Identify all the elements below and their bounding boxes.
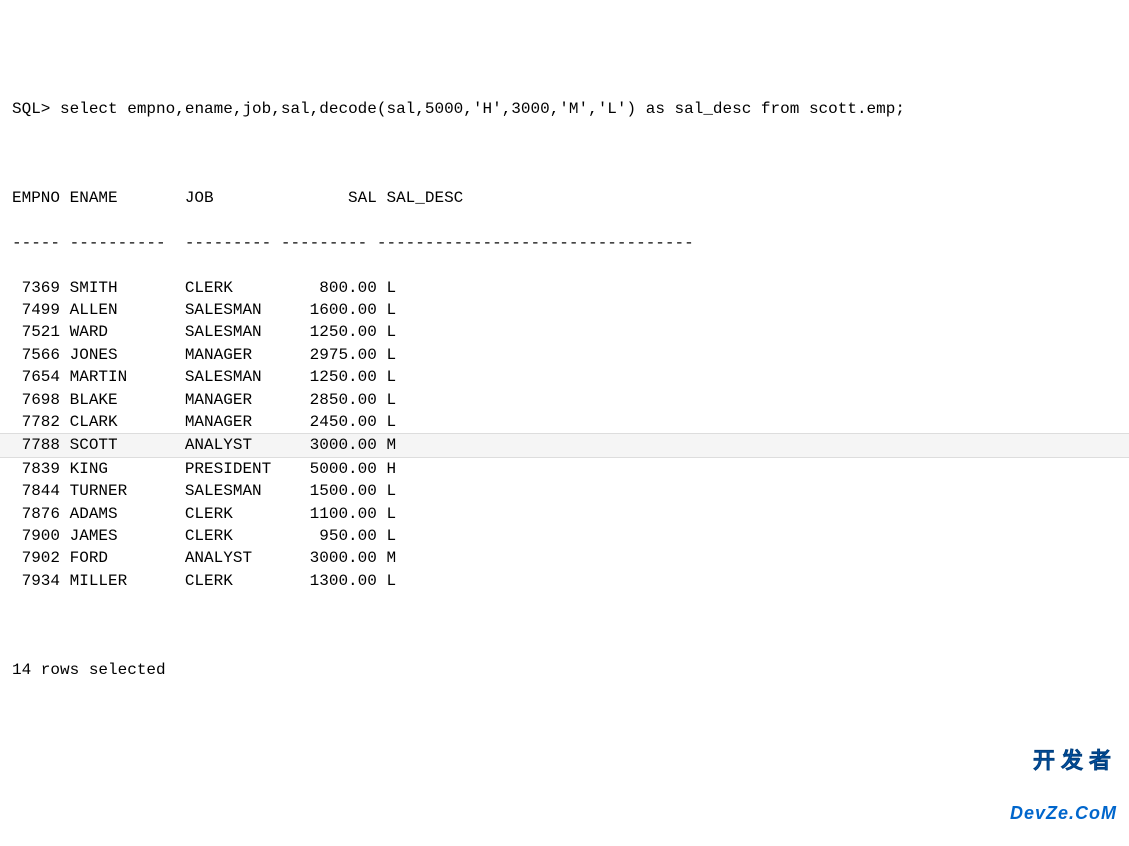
table-row: 7844 TURNER SALESMAN 1500.00 L — [12, 480, 1117, 502]
table-row: 7369 SMITH CLERK 800.00 L — [12, 277, 1117, 299]
column-headers: EMPNO ENAME JOB SAL SAL_DESC — [12, 187, 1117, 209]
rows-selected-footer: 14 rows selected — [12, 659, 1117, 681]
watermark-domain: DevZe.CoM — [1010, 804, 1117, 822]
table-row: 7566 JONES MANAGER 2975.00 L — [12, 344, 1117, 366]
table-row: 7654 MARTIN SALESMAN 1250.00 L — [12, 366, 1117, 388]
sql-prompt: SQL> — [12, 100, 60, 118]
sql-query: select empno,ename,job,sal,decode(sal,50… — [60, 100, 905, 118]
table-row: 7876 ADAMS CLERK 1100.00 L — [12, 503, 1117, 525]
table-row: 7499 ALLEN SALESMAN 1600.00 L — [12, 299, 1117, 321]
watermark-hanzi: 开发者 — [1010, 750, 1117, 772]
table-row: 7902 FORD ANALYST 3000.00 M — [12, 547, 1117, 569]
table-row: 7698 BLAKE MANAGER 2850.00 L — [12, 389, 1117, 411]
divider-line: ----- ---------- --------- --------- ---… — [12, 232, 1117, 254]
blank-line — [12, 142, 1117, 164]
table-row: 7521 WARD SALESMAN 1250.00 L — [12, 321, 1117, 343]
table-row: 7839 KING PRESIDENT 5000.00 H — [12, 458, 1117, 480]
blank-line — [12, 615, 1117, 637]
table-row: 7900 JAMES CLERK 950.00 L — [12, 525, 1117, 547]
table-row: 7782 CLARK MANAGER 2450.00 L — [12, 411, 1117, 433]
table-row: 7934 MILLER CLERK 1300.00 L — [12, 570, 1117, 592]
table-row: 7788 SCOTT ANALYST 3000.00 M — [0, 433, 1129, 457]
result-rows: 7369 SMITH CLERK 800.00 L 7499 ALLEN SAL… — [12, 277, 1117, 592]
watermark: 开发者 DevZe.CoM — [1010, 718, 1117, 838]
sql-query-line: SQL> select empno,ename,job,sal,decode(s… — [12, 98, 1117, 120]
